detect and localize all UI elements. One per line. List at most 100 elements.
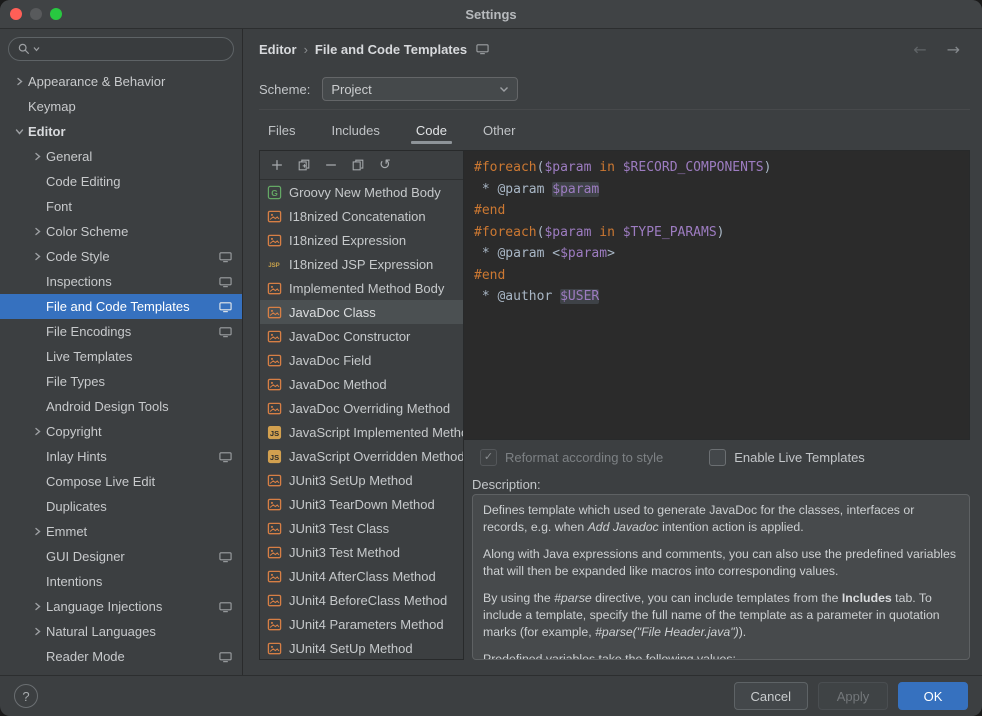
tab-other[interactable]: Other (478, 113, 521, 148)
apply-button[interactable]: Apply (818, 682, 888, 710)
tab-code[interactable]: Code (411, 113, 452, 148)
template-icon (266, 521, 282, 536)
search-input[interactable] (42, 41, 225, 58)
ok-button[interactable]: OK (898, 682, 968, 710)
template-javadoc-constructor[interactable]: JavaDoc Constructor (260, 324, 463, 348)
sidebar-item-inspections[interactable]: Inspections (0, 269, 242, 294)
sidebar-item-code-editing[interactable]: Code Editing (0, 169, 242, 194)
chevron-down-icon[interactable] (10, 127, 28, 136)
scheme-label: Scheme: (259, 82, 310, 97)
enable-live-templates-checkbox[interactable]: Enable Live Templates (709, 449, 865, 466)
template-i18nized-jsp-expression[interactable]: JSPI18nized JSP Expression (260, 252, 463, 276)
sidebar-item-code-style[interactable]: Code Style (0, 244, 242, 269)
description-label: Description: (472, 474, 970, 494)
chevron-right-icon[interactable] (28, 252, 46, 261)
template-javadoc-class[interactable]: JavaDoc Class (260, 300, 463, 324)
window-title: Settings (0, 7, 982, 22)
main-panel: Editor › File and Code Templates ← → Sch… (243, 29, 982, 675)
template-label: JUnit4 SetUp Method (289, 641, 413, 656)
template-editor[interactable]: #foreach($param in $RECORD_COMPONENTS) *… (464, 150, 970, 440)
sidebar-item-keymap[interactable]: Keymap (0, 94, 242, 119)
chevron-right-icon[interactable] (28, 627, 46, 636)
sidebar-item-compose-live-edit[interactable]: Compose Live Edit (0, 469, 242, 494)
sidebar-item-label: Code Style (46, 249, 110, 264)
scheme-select[interactable]: Project (322, 77, 518, 101)
search-box[interactable] (8, 37, 234, 61)
template-javadoc-method[interactable]: JavaDoc Method (260, 372, 463, 396)
sidebar-item-label: General (46, 149, 92, 164)
template-icon (266, 473, 282, 488)
template-icon (266, 233, 282, 248)
template-i18nized-expression[interactable]: I18nized Expression (260, 228, 463, 252)
sidebar-item-editor[interactable]: Editor (0, 119, 242, 144)
settings-tree: Appearance & BehaviorKeymapEditor General… (0, 65, 242, 675)
sidebar-item-android-design-tools[interactable]: Android Design Tools (0, 394, 242, 419)
chevron-down-icon[interactable] (33, 46, 40, 52)
chevron-right-icon[interactable] (28, 152, 46, 161)
template-junit4-beforeclass-method[interactable]: JUnit4 BeforeClass Method (260, 588, 463, 612)
template-label: JUnit4 BeforeClass Method (289, 593, 447, 608)
sidebar-item-reader-mode[interactable]: Reader Mode (0, 644, 242, 669)
template-label: JUnit4 Parameters Method (289, 617, 444, 632)
code-line: #end (474, 200, 959, 222)
chevron-right-icon[interactable] (28, 527, 46, 536)
reformat-checkbox[interactable]: ✓ Reformat according to style (480, 449, 663, 466)
sidebar-item-font[interactable]: Font (0, 194, 242, 219)
sidebar-item-gui-designer[interactable]: GUI Designer (0, 544, 242, 569)
sidebar-item-label: Code Editing (46, 174, 120, 189)
chevron-right-icon[interactable] (28, 602, 46, 611)
cancel-button[interactable]: Cancel (734, 682, 808, 710)
sidebar-item-color-scheme[interactable]: Color Scheme (0, 219, 242, 244)
chevron-right-icon[interactable] (10, 77, 28, 86)
template-implemented-method-body[interactable]: Implemented Method Body (260, 276, 463, 300)
svg-text:JS: JS (269, 428, 278, 437)
sidebar-item-natural-languages[interactable]: Natural Languages (0, 619, 242, 644)
help-button[interactable]: ? (14, 684, 38, 708)
sidebar-item-duplicates[interactable]: Duplicates (0, 494, 242, 519)
sidebar-item-live-templates[interactable]: Live Templates (0, 344, 242, 369)
back-icon[interactable]: ← (913, 40, 926, 59)
template-label: JUnit3 SetUp Method (289, 473, 413, 488)
copy-icon[interactable] (350, 157, 366, 173)
template-label: JavaDoc Overriding Method (289, 401, 450, 416)
remove-icon[interactable] (323, 157, 339, 173)
sidebar-item-file-and-code-templates[interactable]: File and Code Templates (0, 294, 242, 319)
sidebar-item-copyright[interactable]: Copyright (0, 419, 242, 444)
sidebar-item-inlay-hints[interactable]: Inlay Hints (0, 444, 242, 469)
sidebar-item-language-injections[interactable]: Language Injections (0, 594, 242, 619)
chevron-right-icon[interactable] (28, 227, 46, 236)
jsp-icon: JSP (266, 257, 282, 272)
tab-includes[interactable]: Includes (326, 113, 384, 148)
template-javadoc-overriding-method[interactable]: JavaDoc Overriding Method (260, 396, 463, 420)
template-junit4-afterclass-method[interactable]: JUnit4 AfterClass Method (260, 564, 463, 588)
template-junit3-test-class[interactable]: JUnit3 Test Class (260, 516, 463, 540)
chevron-right-icon[interactable] (28, 427, 46, 436)
template-javascript-overridden-method[interactable]: JSJavaScript Overridden Method (260, 444, 463, 468)
template-i18nized-concatenation[interactable]: I18nized Concatenation (260, 204, 463, 228)
template-groovy-new-method-body[interactable]: GGroovy New Method Body (260, 180, 463, 204)
template-icon (266, 305, 282, 320)
sidebar-item-intentions[interactable]: Intentions (0, 569, 242, 594)
template-junit3-setup-method[interactable]: JUnit3 SetUp Method (260, 468, 463, 492)
template-junit3-test-method[interactable]: JUnit3 Test Method (260, 540, 463, 564)
reset-icon[interactable]: ↺ (377, 157, 393, 173)
sidebar-item-general[interactable]: General (0, 144, 242, 169)
sidebar-item-file-types[interactable]: File Types (0, 369, 242, 394)
add-icon[interactable] (269, 157, 285, 173)
sidebar-item-emmet[interactable]: Emmet (0, 519, 242, 544)
sidebar-item-file-encodings[interactable]: File Encodings (0, 319, 242, 344)
sidebar-item-label: Reader Mode (46, 649, 125, 664)
breadcrumb-editor[interactable]: Editor (259, 42, 297, 57)
description-paragraph: By using the #parse directive, you can i… (483, 590, 959, 641)
duplicate-icon[interactable] (296, 157, 312, 173)
template-label: Implemented Method Body (289, 281, 444, 296)
sidebar-item-appearance-behavior[interactable]: Appearance & Behavior (0, 69, 242, 94)
template-junit4-parameters-method[interactable]: JUnit4 Parameters Method (260, 612, 463, 636)
template-javadoc-field[interactable]: JavaDoc Field (260, 348, 463, 372)
template-junit3-teardown-method[interactable]: JUnit3 TearDown Method (260, 492, 463, 516)
template-junit4-setup-method[interactable]: JUnit4 SetUp Method (260, 636, 463, 659)
template-javascript-implemented-method[interactable]: JSJavaScript Implemented Method (260, 420, 463, 444)
forward-icon[interactable]: → (947, 40, 960, 59)
monitor-icon (219, 326, 232, 338)
tab-files[interactable]: Files (263, 113, 300, 148)
